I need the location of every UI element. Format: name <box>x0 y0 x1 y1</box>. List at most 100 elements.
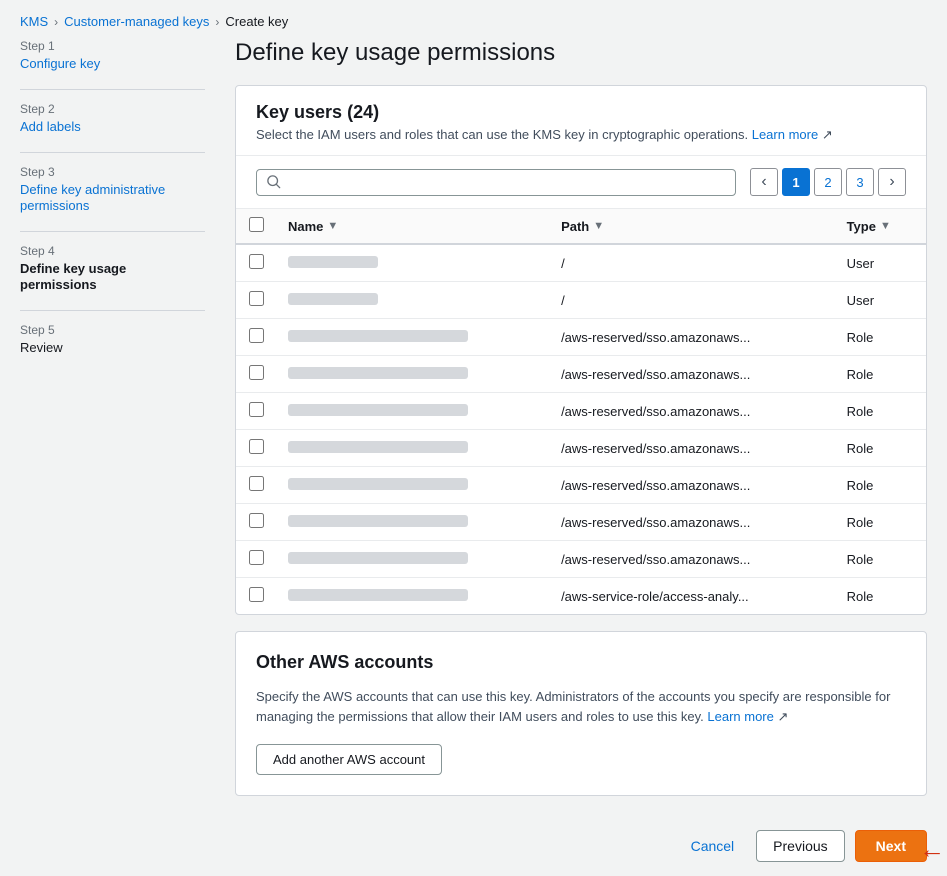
row-checkbox[interactable] <box>249 476 264 491</box>
pagination-page-1[interactable]: 1 <box>782 168 810 196</box>
row-path: /aws-reserved/sso.amazonaws... <box>549 430 835 467</box>
row-type: Role <box>835 467 926 504</box>
card-title: Key users (24) <box>256 102 906 123</box>
table-row: /aws-reserved/sso.amazonaws...Role <box>236 504 926 541</box>
search-box[interactable] <box>256 169 736 196</box>
row-checkbox-cell <box>236 504 276 541</box>
pagination-page-3[interactable]: 3 <box>846 168 874 196</box>
row-name <box>276 282 549 319</box>
row-checkbox-cell <box>236 244 276 282</box>
learn-more-link[interactable]: Learn more <box>752 127 818 142</box>
table-row: /aws-reserved/sso.amazonaws...Role <box>236 356 926 393</box>
arrow-indicator: ← <box>917 834 947 864</box>
step5-label: Step 5 <box>20 323 205 337</box>
cancel-button[interactable]: Cancel <box>679 831 747 861</box>
name-placeholder <box>288 478 468 490</box>
name-placeholder <box>288 552 468 564</box>
table-row: /aws-reserved/sso.amazonaws...Role <box>236 319 926 356</box>
other-accounts-learn-more[interactable]: Learn more <box>707 709 773 724</box>
row-type: Role <box>835 504 926 541</box>
row-path: / <box>549 282 835 319</box>
name-sort[interactable]: Name ▼ <box>288 219 537 234</box>
step3-title[interactable]: Define key administrative permissions <box>20 182 165 213</box>
row-name <box>276 319 549 356</box>
col-header-path: Path ▼ <box>549 209 835 244</box>
breadcrumb-current: Create key <box>225 14 288 29</box>
name-placeholder <box>288 256 378 268</box>
table-header-row: Name ▼ Path ▼ Type <box>236 209 926 244</box>
key-users-card: Key users (24) Select the IAM users and … <box>235 85 927 615</box>
row-name <box>276 467 549 504</box>
row-checkbox[interactable] <box>249 328 264 343</box>
table-row: /aws-reserved/sso.amazonaws...Role <box>236 541 926 578</box>
row-type: Role <box>835 356 926 393</box>
row-checkbox-cell <box>236 430 276 467</box>
sidebar-step-4: Step 4 Define key usage permissions <box>20 244 205 292</box>
red-arrow-icon: ← <box>919 834 945 865</box>
row-checkbox[interactable] <box>249 439 264 454</box>
add-account-button[interactable]: Add another AWS account <box>256 744 442 775</box>
breadcrumb-sep-2: › <box>215 15 219 29</box>
name-placeholder <box>288 330 468 342</box>
row-name <box>276 356 549 393</box>
row-type: Role <box>835 578 926 615</box>
pagination-prev[interactable]: ‹ <box>750 168 778 196</box>
table-row: /aws-reserved/sso.amazonaws...Role <box>236 467 926 504</box>
row-name <box>276 578 549 615</box>
row-checkbox[interactable] <box>249 587 264 602</box>
card-header: Key users (24) Select the IAM users and … <box>236 86 926 156</box>
table-row: /User <box>236 244 926 282</box>
row-path: /aws-reserved/sso.amazonaws... <box>549 504 835 541</box>
other-accounts-card: Other AWS accounts Specify the AWS accou… <box>235 631 927 796</box>
table-row: /aws-service-role/access-analy...Role <box>236 578 926 615</box>
select-all-checkbox[interactable] <box>249 217 264 232</box>
step2-title[interactable]: Add labels <box>20 119 81 134</box>
page-layout: Step 1 Configure key Step 2 Add labels S… <box>0 39 947 816</box>
step4-label: Step 4 <box>20 244 205 258</box>
card-description: Select the IAM users and roles that can … <box>256 127 906 143</box>
row-name <box>276 504 549 541</box>
pagination-next[interactable]: › <box>878 168 906 196</box>
row-path: /aws-service-role/access-analy... <box>549 578 835 615</box>
name-placeholder <box>288 404 468 416</box>
name-placeholder <box>288 367 468 379</box>
row-checkbox-cell <box>236 467 276 504</box>
type-sort[interactable]: Type ▼ <box>847 219 914 234</box>
step1-label: Step 1 <box>20 39 205 53</box>
row-checkbox[interactable] <box>249 550 264 565</box>
row-checkbox-cell <box>236 356 276 393</box>
breadcrumb-kms[interactable]: KMS <box>20 14 48 29</box>
sidebar: Step 1 Configure key Step 2 Add labels S… <box>20 39 205 796</box>
step3-label: Step 3 <box>20 165 205 179</box>
step1-title[interactable]: Configure key <box>20 56 100 71</box>
row-name <box>276 541 549 578</box>
row-checkbox-cell <box>236 393 276 430</box>
row-path: /aws-reserved/sso.amazonaws... <box>549 319 835 356</box>
breadcrumb: KMS › Customer-managed keys › Create key <box>0 0 947 39</box>
row-checkbox[interactable] <box>249 254 264 269</box>
row-checkbox[interactable] <box>249 402 264 417</box>
pagination-page-2[interactable]: 2 <box>814 168 842 196</box>
row-checkbox[interactable] <box>249 365 264 380</box>
footer: Cancel Previous Next ← <box>0 816 947 876</box>
path-sort[interactable]: Path ▼ <box>561 219 823 234</box>
divider-2 <box>20 152 205 153</box>
breadcrumb-customer-keys[interactable]: Customer-managed keys <box>64 14 209 29</box>
row-path: / <box>549 244 835 282</box>
page-title: Define key usage permissions <box>235 39 927 67</box>
users-table: Name ▼ Path ▼ Type <box>236 209 926 614</box>
step4-title: Define key usage permissions <box>20 261 126 292</box>
previous-button[interactable]: Previous <box>756 830 844 862</box>
col-header-type: Type ▼ <box>835 209 926 244</box>
search-input[interactable] <box>287 175 725 190</box>
key-users-count: (24) <box>347 102 379 122</box>
row-type: User <box>835 244 926 282</box>
row-checkbox[interactable] <box>249 291 264 306</box>
divider-4 <box>20 310 205 311</box>
row-checkbox[interactable] <box>249 513 264 528</box>
name-placeholder <box>288 293 378 305</box>
row-path: /aws-reserved/sso.amazonaws... <box>549 393 835 430</box>
row-checkbox-cell <box>236 319 276 356</box>
pagination: ‹ 1 2 3 › <box>750 168 906 196</box>
row-type: Role <box>835 541 926 578</box>
